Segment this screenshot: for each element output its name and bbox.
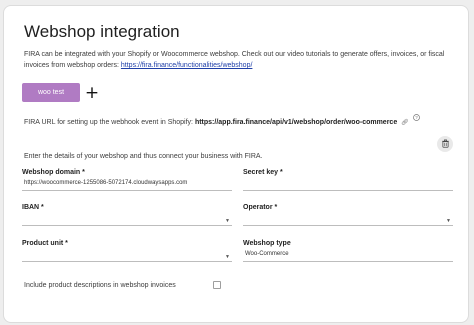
include-descriptions-checkbox[interactable] (213, 281, 221, 289)
webshop-type-field[interactable]: Webshop type Woo-Commerce (243, 240, 453, 262)
secret-key-field[interactable]: Secret key * (243, 169, 453, 191)
svg-text:?: ? (415, 115, 418, 120)
webshop-type-underline (243, 261, 453, 262)
help-icon[interactable]: ? (412, 114, 420, 123)
caret-down-icon[interactable]: ▼ (225, 218, 230, 224)
product-unit-underline (22, 261, 232, 262)
webhook-url: https://app.fira.finance/api/v1/webshop/… (194, 119, 398, 126)
secret-key-underline (243, 190, 453, 191)
delete-webshop-button[interactable] (437, 136, 453, 152)
iban-select[interactable]: IBAN * ▼ (22, 204, 232, 226)
page-title: Webshop integration (24, 22, 180, 41)
caret-down-icon[interactable]: ▼ (225, 254, 230, 260)
secret-key-label: Secret key * (243, 169, 283, 176)
product-unit-select[interactable]: Product unit * ▼ (22, 240, 232, 262)
webhook-url-line: FIRA URL for setting up the webhook even… (24, 114, 464, 126)
include-descriptions-label: Include product descriptions in webshop … (24, 282, 176, 289)
link-icon[interactable]: 🔗︎ (401, 120, 409, 126)
webshop-domain-field[interactable]: Webshop domain * https://woocommerce-125… (22, 169, 232, 191)
webshop-integration-card: Webshop integration FIRA can be integrat… (3, 5, 469, 323)
webshop-domain-value[interactable]: https://woocommerce-1255086-5072174.clou… (24, 180, 187, 186)
add-webshop-button[interactable]: + (84, 85, 100, 102)
webhook-url-prefix: FIRA URL for setting up the webhook even… (24, 119, 195, 126)
operator-underline (243, 225, 453, 226)
iban-label: IBAN * (22, 204, 44, 211)
product-unit-label: Product unit * (22, 240, 68, 247)
operator-label: Operator * (243, 204, 278, 211)
webshop-tab-woo-test[interactable]: woo test (22, 83, 80, 102)
iban-underline (22, 225, 232, 226)
webshop-type-label: Webshop type (243, 240, 291, 247)
intro-text: FIRA can be integrated with your Shopify… (24, 49, 462, 71)
webshop-domain-underline (22, 190, 232, 191)
operator-select[interactable]: Operator * ▼ (243, 204, 453, 226)
form-instructions: Enter the details of your webshop and th… (24, 153, 263, 160)
caret-down-icon[interactable]: ▼ (446, 218, 451, 224)
webshop-type-value[interactable]: Woo-Commerce (245, 251, 289, 257)
trash-icon (441, 135, 450, 153)
webshop-domain-label: Webshop domain * (22, 169, 85, 176)
functionalities-link[interactable]: https://fira.finance/functionalities/web… (121, 62, 253, 69)
